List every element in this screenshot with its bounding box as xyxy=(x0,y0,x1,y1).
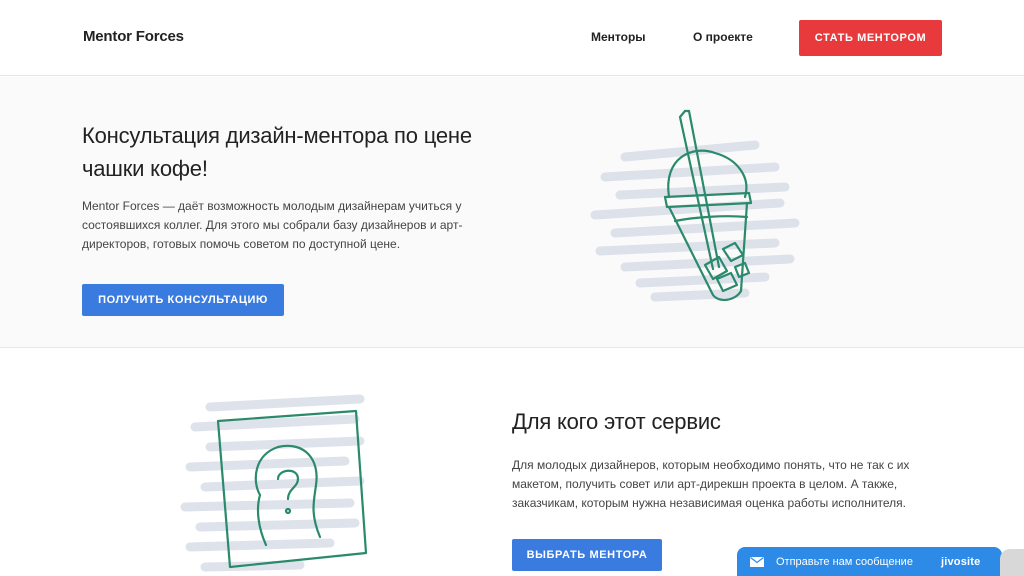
question-portrait-illustration xyxy=(180,394,368,572)
site-header: Mentor Forces Менторы О проекте СТАТЬ МЕ… xyxy=(0,0,1024,76)
hero-description: Mentor Forces — даёт возможность молодым… xyxy=(82,199,463,251)
become-mentor-button[interactable]: СТАТЬ МЕНТОРОМ xyxy=(799,20,942,56)
coffee-cup-illustration xyxy=(590,109,800,302)
audience-description: Для молодых дизайнеров, которым необходи… xyxy=(512,458,910,510)
envelope-icon xyxy=(750,556,764,567)
site-logo[interactable]: Mentor Forces xyxy=(83,28,184,45)
chat-side-tab[interactable] xyxy=(1000,549,1024,576)
audience-section: Для кого этот сервис Для молодых дизайне… xyxy=(0,349,1024,576)
audience-title: Для кого этот сервис xyxy=(512,409,721,434)
chat-brand-logo: jivosite xyxy=(940,555,981,568)
chat-widget[interactable]: Отправьте нам сообщение jivosite xyxy=(737,547,1002,576)
nav-link-mentors[interactable]: Менторы xyxy=(591,30,646,44)
get-consultation-button[interactable]: ПОЛУЧИТЬ КОНСУЛЬТАЦИЮ xyxy=(82,284,284,316)
chat-label: Отправьте нам сообщение xyxy=(776,555,913,568)
nav-link-about[interactable]: О проекте xyxy=(693,30,753,44)
hero-title: Консультация дизайн-ментора по цене чашк… xyxy=(82,123,472,181)
choose-mentor-button[interactable]: ВЫБРАТЬ МЕНТОРА xyxy=(512,539,662,571)
hero-section: Консультация дизайн-ментора по цене чашк… xyxy=(0,77,1024,348)
